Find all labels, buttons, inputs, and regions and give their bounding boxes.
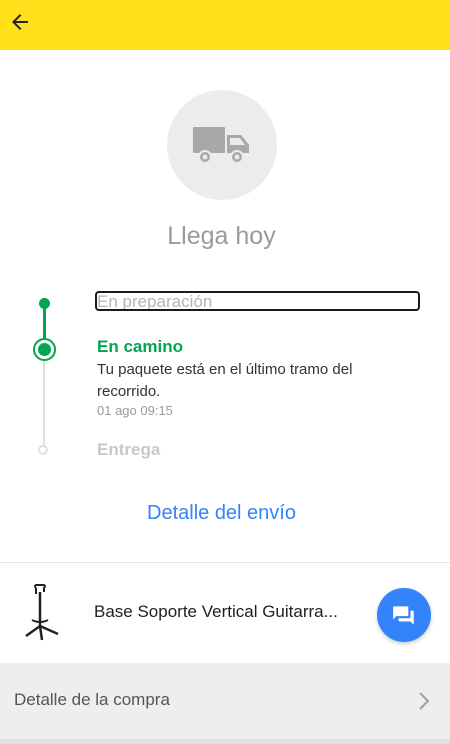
bottom-divider [0,739,450,744]
step-in-transit-title: En camino [97,337,183,356]
step-delivery: Entrega [97,440,161,459]
chat-button[interactable] [377,588,431,642]
timeline-dot-current [33,338,56,361]
divider [0,562,450,563]
shipment-tracking-screen: Llega hoy En preparación En camino Tu pa… [0,0,450,744]
status-icon-circle [167,90,277,200]
guitar-stand-icon [25,584,59,641]
status-title: Llega hoy [167,222,276,250]
app-header [0,0,450,50]
back-button[interactable] [4,6,36,38]
purchase-detail-label: Detalle de la compra [14,690,170,709]
step-preparation: En preparación [95,291,420,311]
chevron-right-icon [419,692,430,710]
timeline-dot-done [39,298,50,309]
timeline-pending-line [43,350,45,450]
product-name[interactable]: Base Soporte Vertical Guitarra... [94,602,364,622]
step-in-transit-date: 01 ago 09:15 [97,403,173,418]
arrow-left-icon [12,14,28,30]
step-in-transit-description: Tu paquete está en el último tramo del r… [97,361,353,400]
timeline-dot-pending [38,445,48,455]
truck-icon [193,127,249,164]
shipping-detail-link[interactable]: Detalle del envío [0,502,443,525]
purchase-detail-row[interactable]: Detalle de la compra [0,663,450,739]
chat-icon [393,606,414,625]
